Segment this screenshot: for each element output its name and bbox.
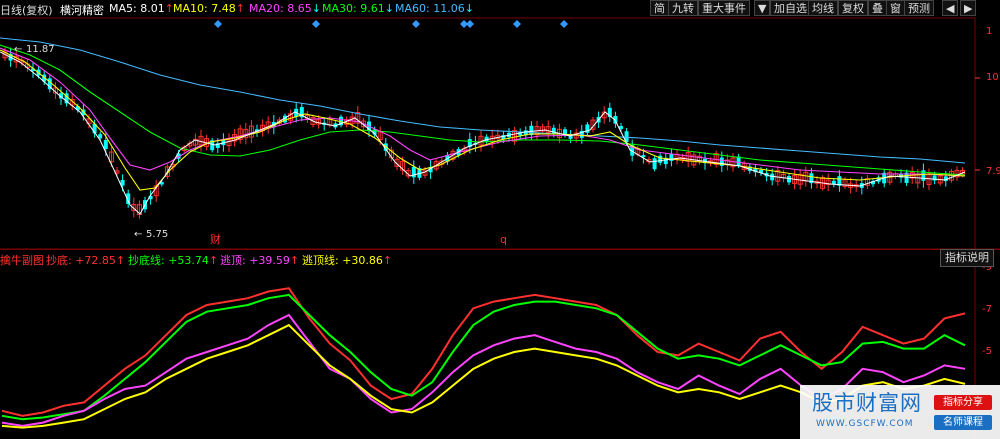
high-price-value: 11.87 [26, 44, 55, 55]
indicator-help-button[interactable]: 指标说明 [940, 249, 994, 267]
axis-top-partial: 1 [986, 26, 992, 37]
watermark-banner: 股市财富网 WWW.GSCFW.COM 指标分享 名师课程 [800, 385, 1000, 439]
high-price-label: ← [14, 44, 22, 55]
chaodi-value: 抄底: +72.85↑ [46, 254, 126, 267]
low-price-value: 5.75 [146, 229, 168, 240]
taoding-line-value: 逃顶线: +30.86↑ [302, 254, 393, 267]
indicator-header: 擒牛副图 抄底: +72.85↑ 抄底线: +53.74↑ 逃顶: +39.59… [0, 249, 1000, 267]
ma20-line [0, 47, 966, 177]
kline-chart[interactable]: ← 11.87 ← 5.75 财 q 1 10 7.9 -9 -7 -5 [0, 0, 1000, 439]
chaodi-line-value: 抄底线: +53.74↑ [128, 254, 219, 267]
indicator-name[interactable]: 擒牛副图 [0, 252, 44, 268]
candle-body [103, 140, 108, 149]
indicator-share-badge[interactable]: 指标分享 [934, 395, 992, 410]
taoding-value: 逃顶: +39.59↑ [220, 254, 300, 267]
candlesticks[interactable] [2, 47, 966, 219]
low-price-arrow: ← [134, 229, 142, 240]
ind-axis-5: -5 [982, 346, 992, 357]
finance-marker[interactable]: 财 [210, 232, 221, 246]
watermark-title: 股市财富网 [812, 391, 922, 415]
event-markers[interactable] [214, 20, 568, 28]
candle-body [658, 155, 663, 163]
watermark-url: WWW.GSCFW.COM [816, 419, 914, 429]
teacher-course-badge[interactable]: 名师课程 [934, 415, 992, 430]
candle-body [652, 158, 657, 170]
q-marker[interactable]: q [500, 233, 507, 246]
ind-axis-7: -7 [982, 304, 992, 315]
ma30-line [0, 44, 966, 176]
price-axis-79: 7.9 [986, 166, 1000, 177]
candle-body [787, 176, 791, 183]
price-axis-10: 10 [986, 72, 999, 83]
